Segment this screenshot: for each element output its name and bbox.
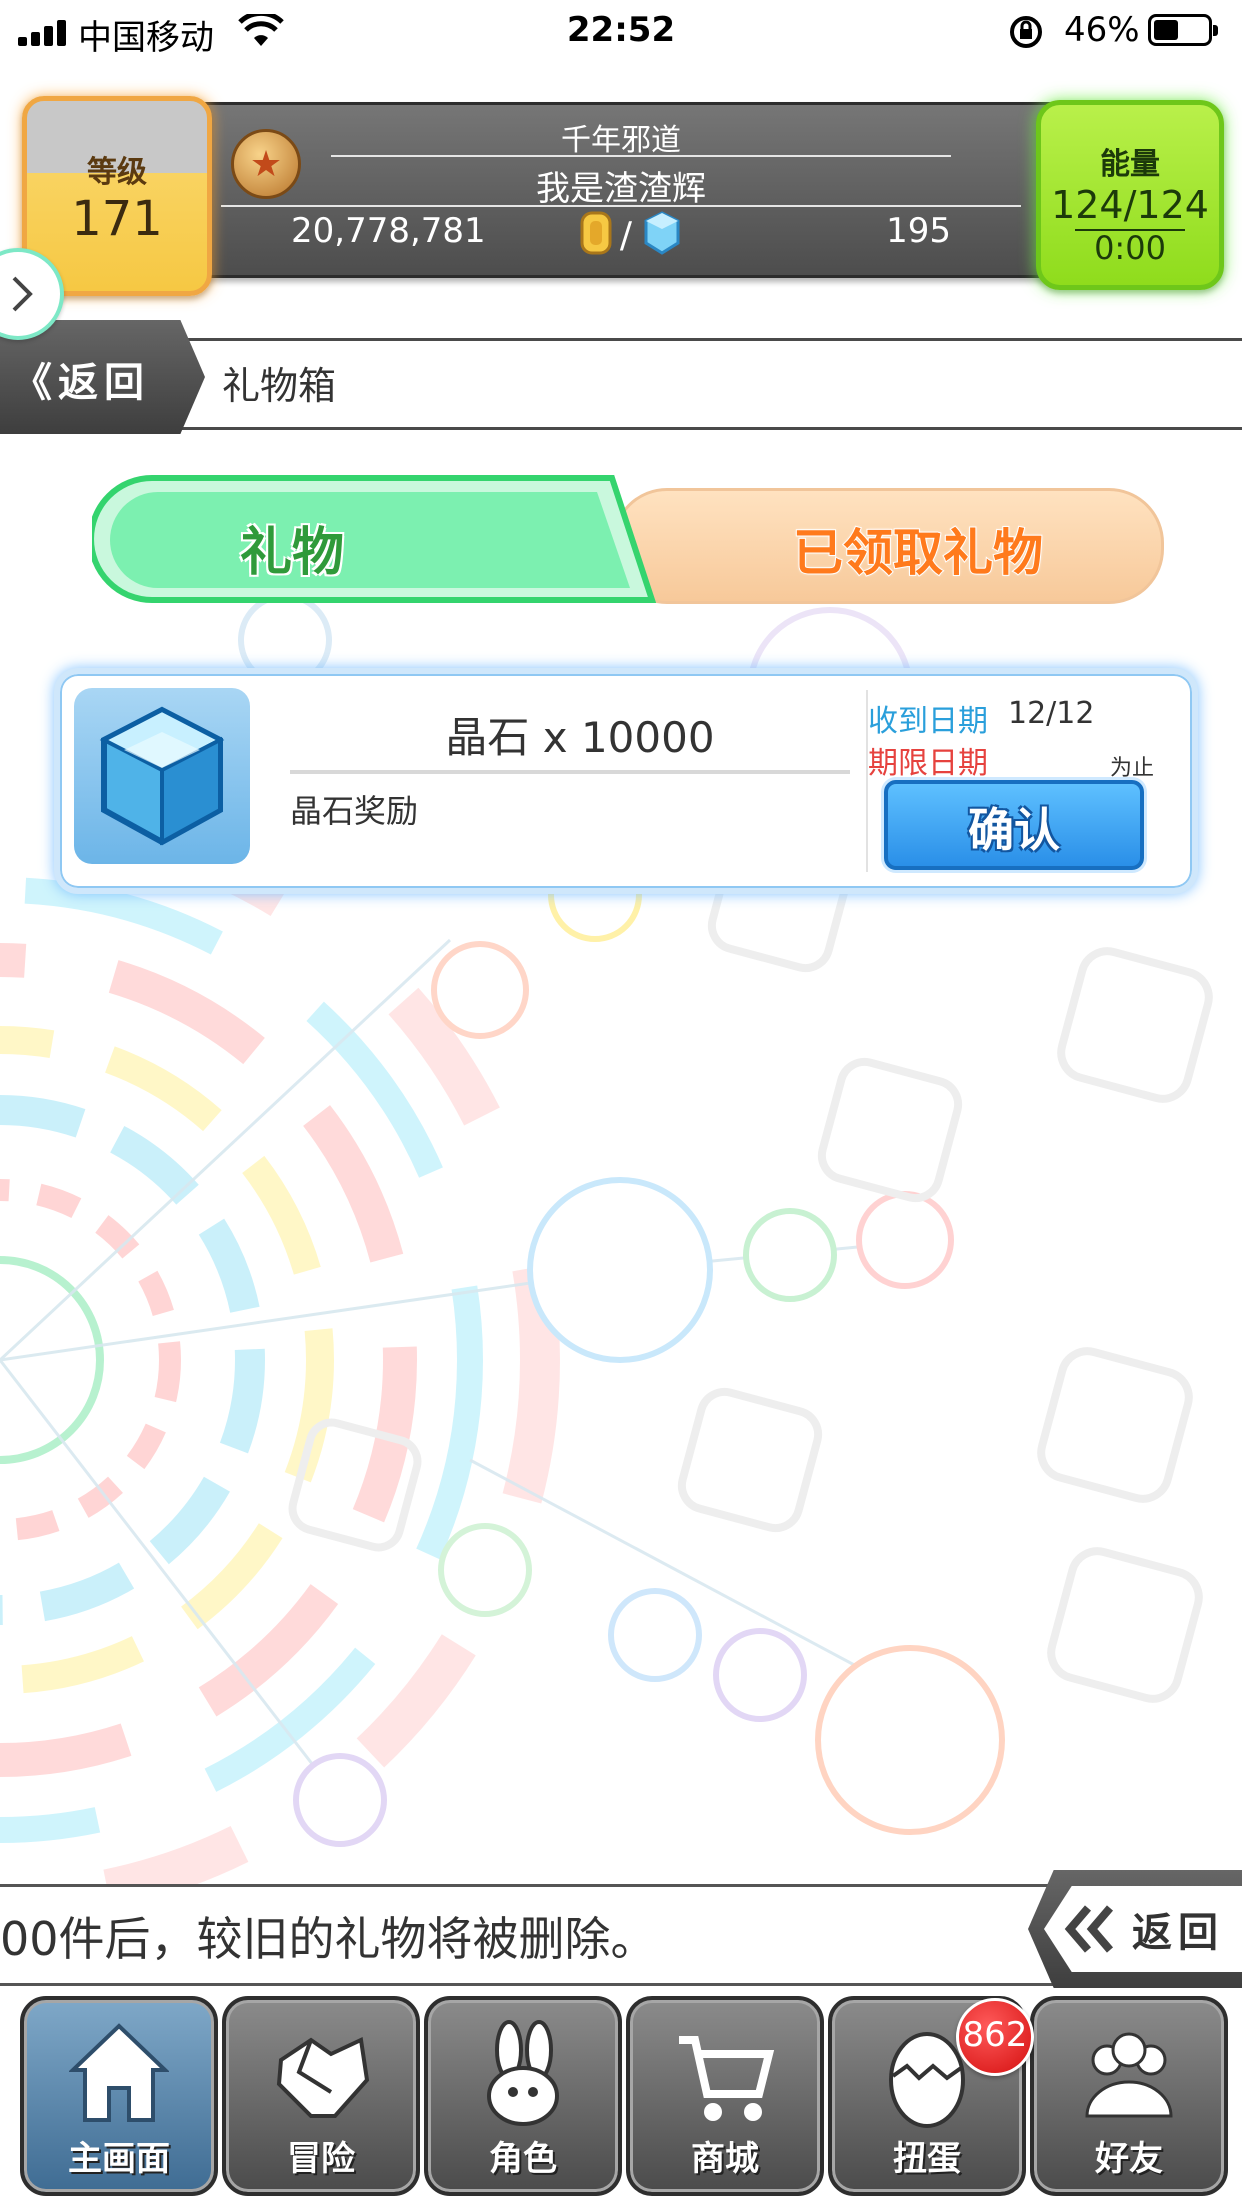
confirm-button-label: 确认 <box>968 803 1060 857</box>
tab-gifts-label: 礼物 <box>239 523 344 583</box>
gold-coin-icon <box>580 211 612 255</box>
nav-home-label: 主画面 <box>68 2139 170 2179</box>
received-date-value: 12/12 <box>1008 696 1095 731</box>
rabbit-icon <box>487 2020 559 2126</box>
confirm-button[interactable]: 确认 <box>884 780 1144 870</box>
page-title: 礼物箱 <box>222 364 337 408</box>
cart-icon <box>679 2036 775 2121</box>
battery-icon <box>1148 14 1218 46</box>
double-chevron-left-icon: 《 <box>12 360 58 406</box>
energy-value: 124/124 <box>1051 183 1209 227</box>
double-chevron-left-icon <box>1064 1905 1114 1953</box>
tab-received-gifts[interactable]: 已领取礼物 <box>612 488 1164 604</box>
nav-friends-label: 好友 <box>1095 2139 1163 2179</box>
expire-date-label: 期限日期 <box>868 746 988 781</box>
gem-icon <box>644 211 680 255</box>
friends-icon <box>1085 2032 1173 2118</box>
gacha-count: 862 <box>962 2015 1028 2055</box>
gacha-count-badge: 862 <box>956 1998 1034 2076</box>
gift-icon-box <box>74 688 250 864</box>
nav-adventure[interactable]: 冒险 <box>222 1996 420 2196</box>
received-date-label: 收到日期 <box>868 704 988 739</box>
battery-percent: 46% <box>1064 10 1140 50</box>
gift-description: 晶石奖励 <box>290 792 419 830</box>
clock: 22:52 <box>566 10 676 50</box>
tab-received-gifts-label: 已领取礼物 <box>792 523 1044 583</box>
level-value: 171 <box>71 191 163 247</box>
gift-tabs: 已领取礼物 礼物 <box>92 470 1164 618</box>
chevron-right-icon <box>12 276 33 312</box>
level-label: 等级 <box>87 155 147 190</box>
player-header: ★ 千年邪道 我是渣渣辉 20,778,781 / 195 <box>178 102 1064 278</box>
nav-adventure-label: 冒险 <box>287 2139 355 2179</box>
nav-shop-label: 商城 <box>691 2139 759 2179</box>
nav-home[interactable]: 主画面 <box>20 1996 218 2196</box>
info-message: 00件后，较旧的礼物将被删除。 <box>0 1912 657 1966</box>
gold-amount: 20,778,781 <box>291 211 486 251</box>
expire-suffix: 为止 <box>1110 756 1155 781</box>
back-button-bottom-label: 返回 <box>1132 1910 1224 1956</box>
nav-friends[interactable]: 好友 <box>1030 1996 1228 2196</box>
nav-gacha-label: 扭蛋 <box>893 2139 961 2179</box>
energy-label: 能量 <box>1100 147 1160 182</box>
gem-amount: 195 <box>886 211 951 251</box>
nav-character[interactable]: 角色 <box>424 1996 622 2196</box>
gift-name: 晶石 x 10000 <box>445 713 715 762</box>
handshake-icon <box>276 2037 370 2118</box>
currency-separator: / <box>620 215 633 256</box>
energy-timer: 0:00 <box>1094 229 1166 267</box>
home-icon <box>69 2023 169 2122</box>
crystal-cube-icon <box>99 706 225 846</box>
player-name: 我是渣渣辉 <box>536 169 706 209</box>
back-button-label: 《返回 <box>12 360 150 406</box>
bottom-navigation: 主画面 冒险 角色 商城 扭蛋 好友 <box>0 1986 1242 2208</box>
player-title: 千年邪道 <box>561 123 681 158</box>
currency-icons: / <box>580 211 680 256</box>
nav-shop[interactable]: 商城 <box>626 1996 824 2196</box>
energy-box[interactable]: 能量 124/124 0:00 <box>1036 100 1224 290</box>
rotation-lock-icon <box>1010 16 1042 48</box>
tab-gifts[interactable]: 礼物 <box>92 470 662 610</box>
gift-item: 晶石 x 10000 晶石奖励 收到日期 12/12 期限日期 为止 确认 <box>54 668 1198 894</box>
nav-character-label: 角色 <box>489 2139 557 2179</box>
status-bar: 中国移动 22:52 46% <box>0 0 1242 62</box>
back-button-bottom[interactable]: 返回 <box>1028 1870 1242 1988</box>
